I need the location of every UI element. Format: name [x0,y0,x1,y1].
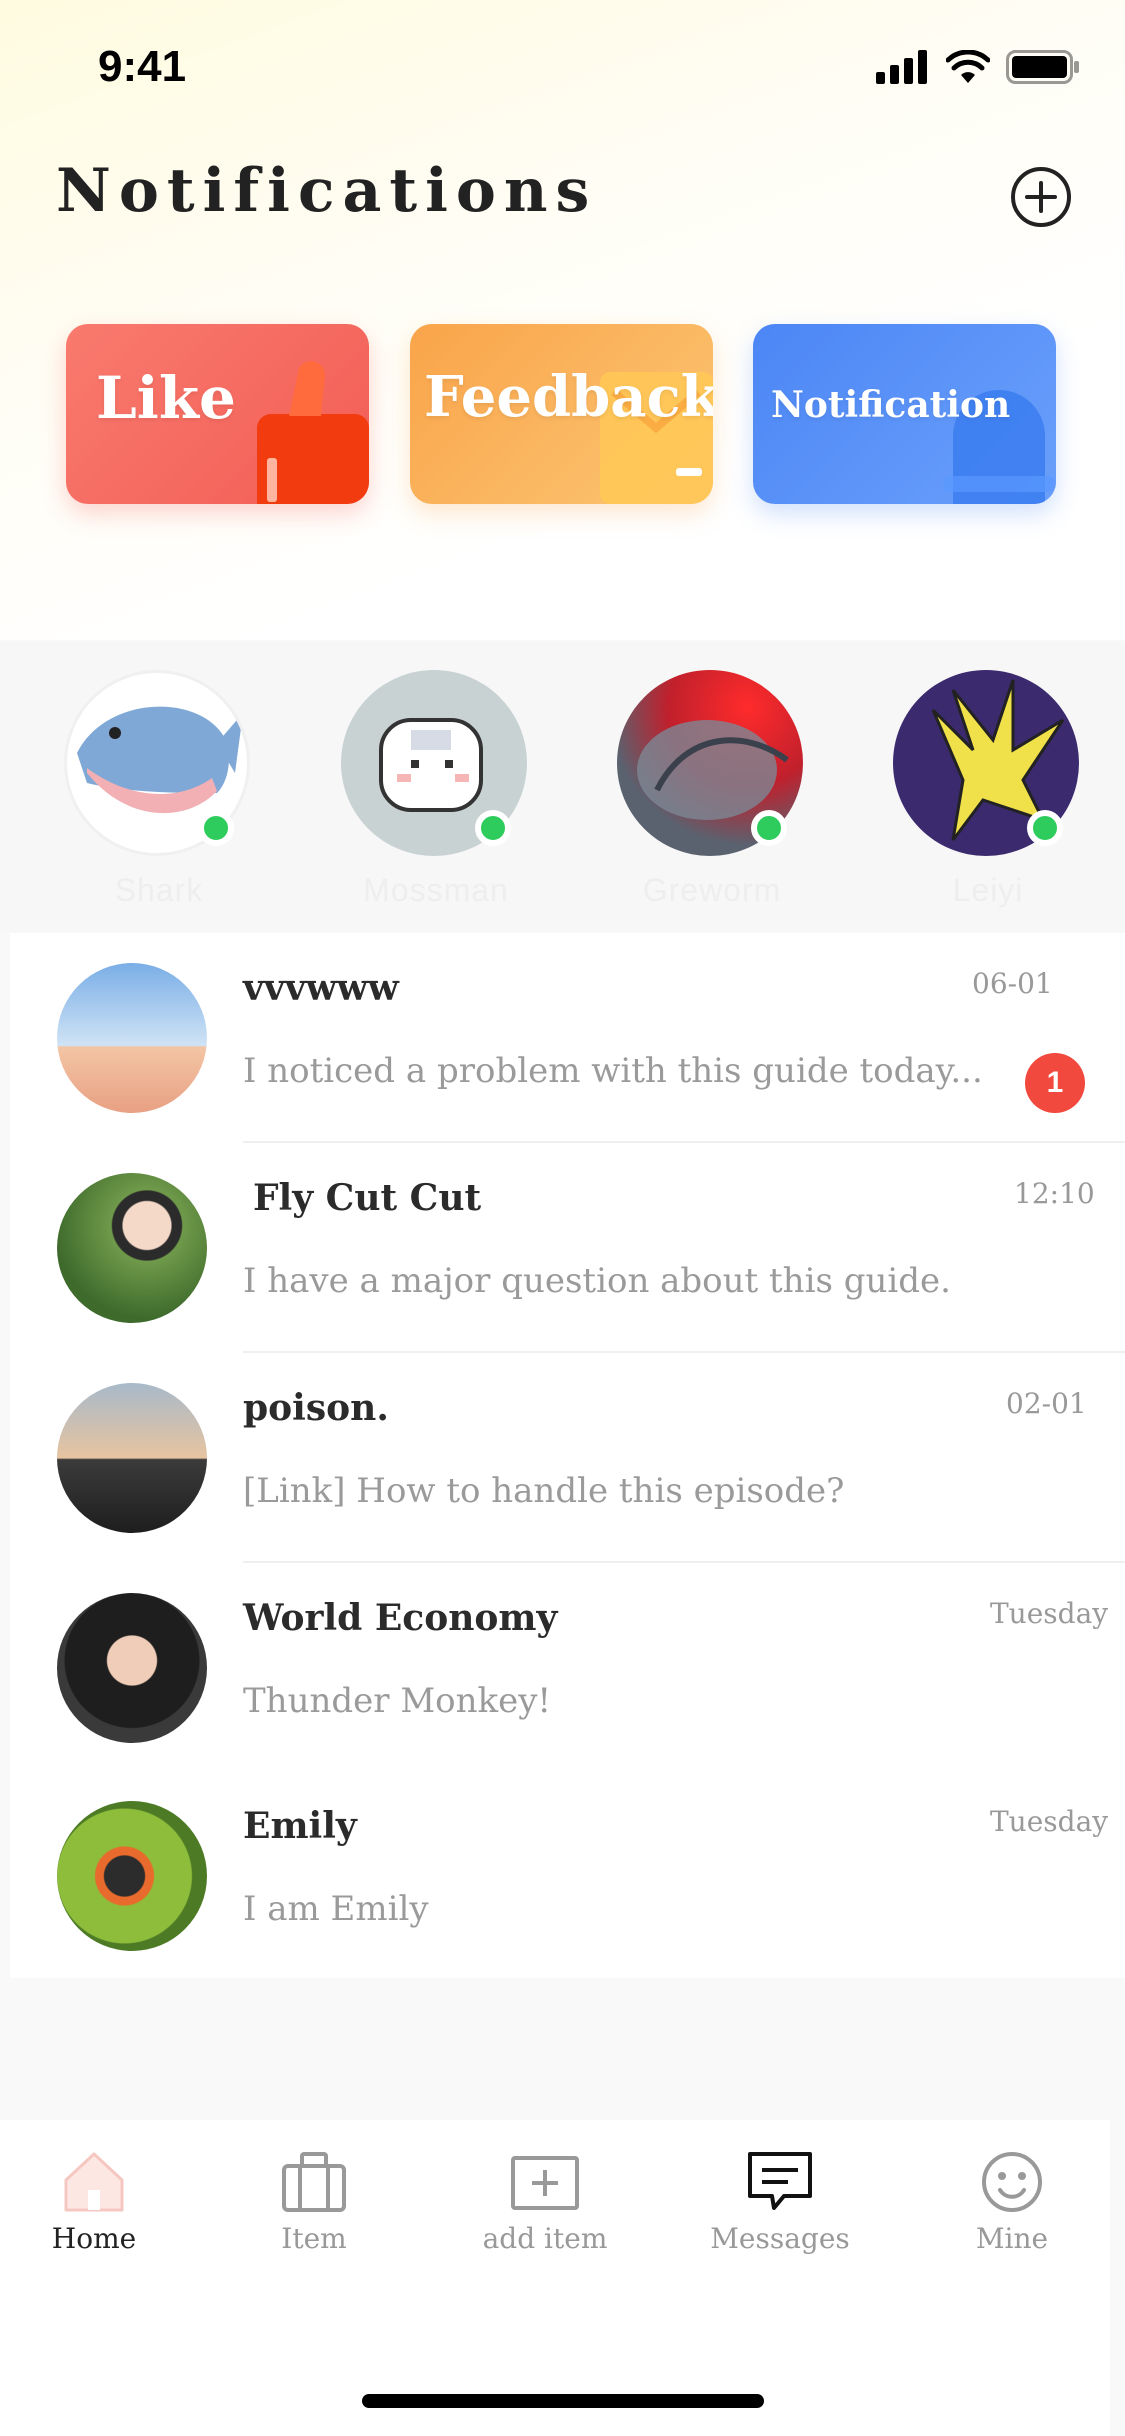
story-item[interactable]: Greworm [617,670,807,910]
online-indicator [198,810,234,846]
home-indicator[interactable] [362,2394,764,2408]
story-item[interactable]: Shark [64,670,254,910]
message-time: Tuesday [990,1805,1109,1838]
home-icon [64,2152,124,2212]
page-title: Notifications [56,156,598,226]
add-box-icon [511,2156,579,2210]
story-item[interactable]: Mossman [341,670,531,910]
battery-icon [1006,50,1079,84]
story-name: Mossman [363,872,509,908]
briefcase-icon [282,2152,346,2212]
online-indicator [475,810,511,846]
tab-label: Messages [710,2222,850,2255]
message-sender: World Economy [243,1597,558,1639]
avatar [57,963,207,1113]
feedback-label: Feedback [424,364,713,430]
message-preview: Thunder Monkey! [243,1681,552,1721]
avatar [57,1383,207,1533]
avatar [57,1173,207,1323]
avatar [57,1593,207,1743]
message-sender: Emily [243,1805,357,1847]
message-sender: poison. [243,1387,389,1429]
feedback-card[interactable]: Feedback [410,324,713,504]
story-name: Leiyi [952,872,1024,908]
message-preview: I am Emily [243,1889,429,1929]
tab-label: Mine [975,2222,1049,2255]
tab-home[interactable]: Home [0,2146,194,2266]
message-time: 06-01 [972,967,1053,1000]
status-bar: 9:41 [0,0,1125,132]
list-item[interactable]: Fly Cut Cut 12:10 I have a major questio… [10,1143,1125,1353]
tab-label: Item [281,2222,347,2255]
online-indicator [751,810,787,846]
message-preview: I noticed a problem with this guide toda… [243,1051,983,1091]
message-preview: [Link] How to handle this episode? [243,1471,845,1511]
plus-circle-icon[interactable] [1010,166,1072,228]
signal-icon [876,50,927,84]
tab-bar: Home Item add item Messages Mine [0,2120,1110,2436]
message-preview: I have a major question about this guide… [243,1261,951,1301]
unread-badge: 1 [1025,1053,1085,1113]
like-label: Like [96,364,236,432]
message-time: 02-01 [1006,1387,1087,1420]
like-card[interactable]: Like [66,324,369,504]
story-item[interactable]: Leiyi [893,670,1083,910]
message-sender: vvvwww [243,967,399,1009]
tab-label: Home [51,2222,137,2255]
list-item[interactable]: World Economy Tuesday Thunder Monkey! [10,1563,1125,1773]
online-indicator [1027,810,1063,846]
list-item[interactable]: Emily Tuesday I am Emily [10,1771,1125,1981]
tab-item[interactable]: Item [214,2146,414,2266]
avatar [57,1801,207,1951]
tab-messages[interactable]: Messages [680,2146,880,2266]
status-icons [876,50,1080,84]
notification-label: Notification [771,384,1011,426]
message-time: Tuesday [990,1597,1109,1630]
list-item[interactable]: vvvwww 06-01 I noticed a problem with th… [10,933,1125,1143]
message-list: vvvwww 06-01 I noticed a problem with th… [10,933,1125,1978]
notification-card[interactable]: Notification [753,324,1056,504]
thumbs-up-icon [257,361,369,504]
message-icon [748,2152,812,2210]
story-name: Shark [114,872,204,908]
tab-add-item[interactable]: add item [445,2146,645,2266]
tab-label: add item [482,2222,608,2255]
story-name: Greworm [642,872,782,908]
tab-mine[interactable]: Mine [912,2146,1112,2266]
stories-row: Shark Mossman Greworm Leiyi [0,642,1125,932]
wifi-icon [946,50,990,83]
smiley-icon [982,2152,1042,2212]
list-item[interactable]: poison. 02-01 [Link] How to handle this … [10,1353,1125,1563]
message-time: 12:10 [1014,1177,1095,1210]
message-sender: Fly Cut Cut [253,1177,482,1219]
status-time: 9:41 [98,42,187,91]
